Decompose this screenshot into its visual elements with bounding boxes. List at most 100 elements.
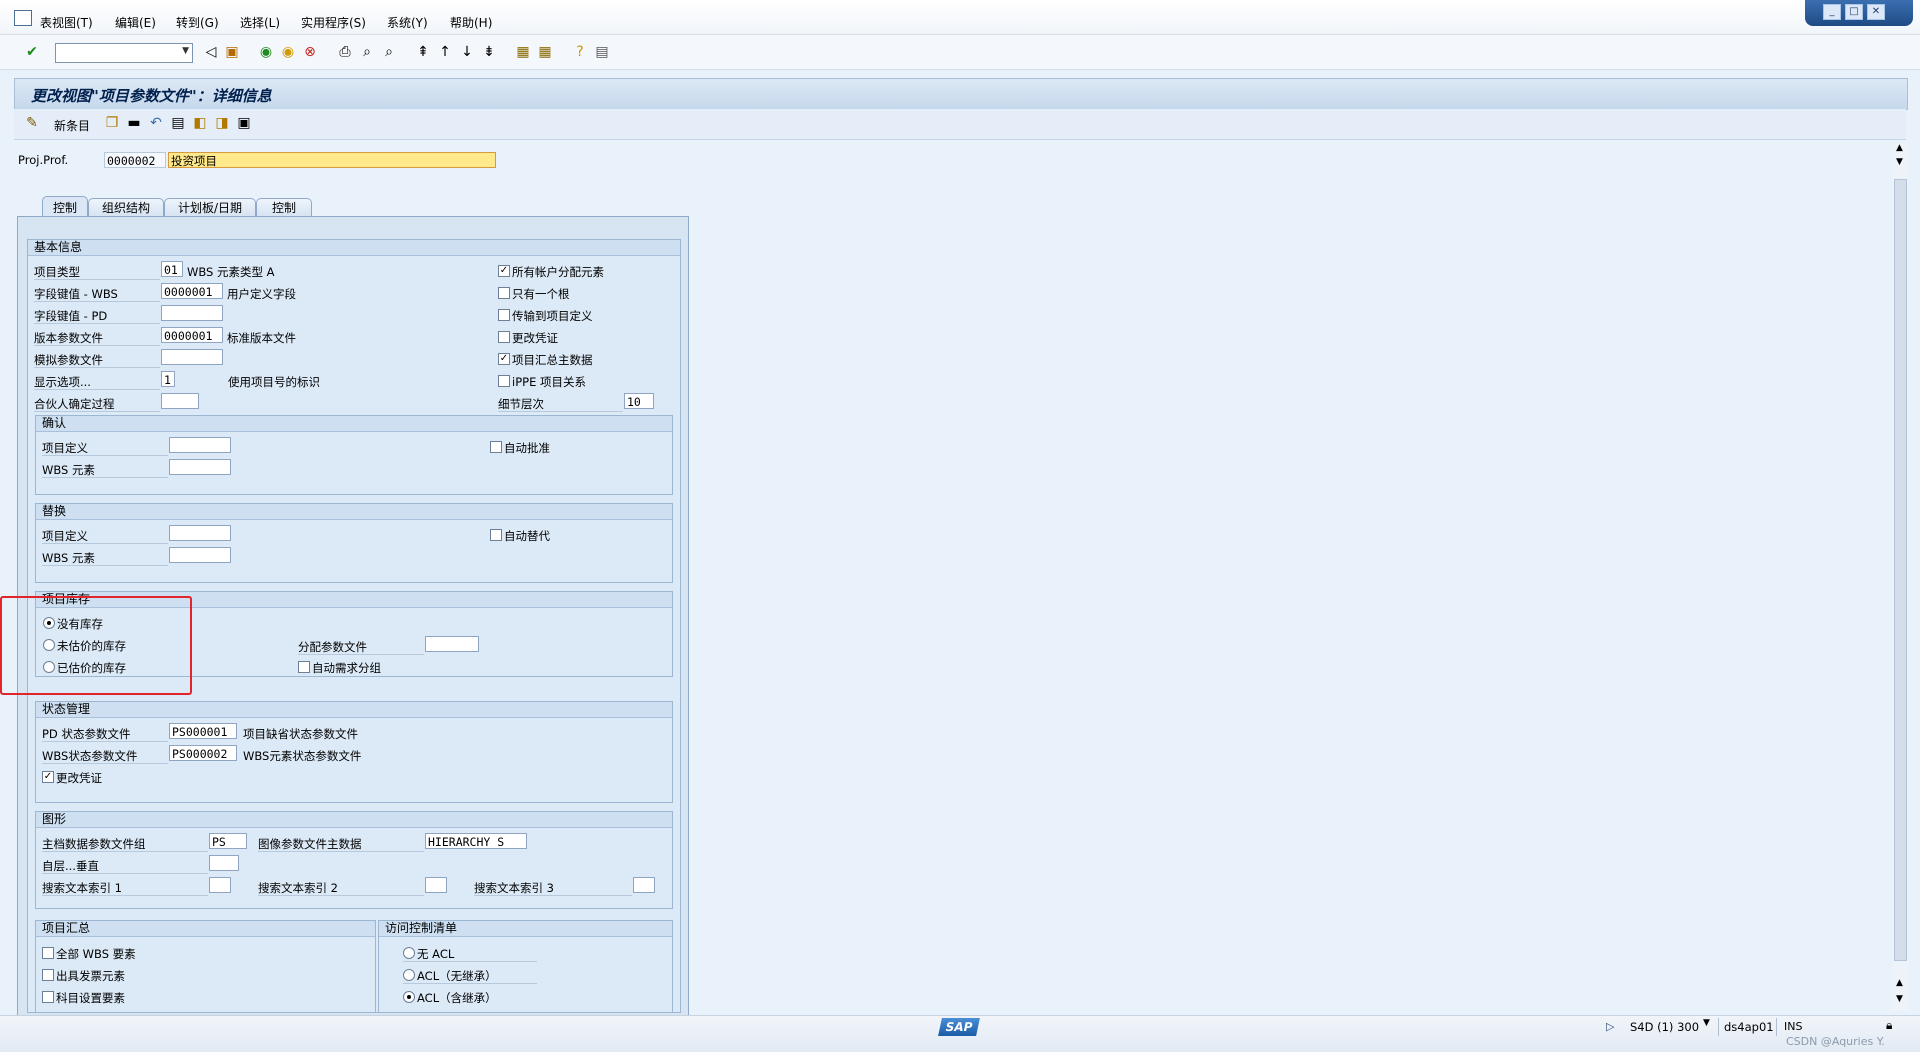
scroll-down-bottom-icon[interactable]: ▼ <box>1896 994 1903 1004</box>
next-entry-icon[interactable]: ◨ <box>214 115 230 131</box>
scroll-thumb[interactable] <box>1894 179 1907 961</box>
vertical-label: 自层...垂直 <box>42 859 99 873</box>
shortcut-icon[interactable]: ▦ <box>537 44 553 60</box>
divider <box>474 895 632 896</box>
lock-icon: 🔒︎ <box>1886 1018 1893 1032</box>
back-icon[interactable]: ◉ <box>258 44 274 60</box>
search2-field[interactable] <box>425 877 447 893</box>
billing-checkbox[interactable] <box>42 969 54 981</box>
scroll-up-bottom-icon[interactable]: ▲ <box>1896 978 1903 988</box>
status-change-doc-checkbox[interactable]: ✓ <box>42 771 54 783</box>
scroll-down-icon[interactable]: ▼ <box>1896 157 1903 167</box>
subst-wbs-field[interactable] <box>169 547 231 563</box>
summary-master-checkbox[interactable]: ✓ <box>498 353 510 365</box>
delete-icon[interactable]: ▬ <box>126 115 142 131</box>
close-button[interactable]: ✕ <box>1867 4 1885 20</box>
system-info[interactable]: S4D (1) 300 <box>1630 1020 1699 1034</box>
version-profile-field[interactable]: 0000001 <box>161 327 223 343</box>
pd-status-desc: 项目缺省状态参数文件 <box>243 727 358 741</box>
menu-utilities[interactable]: 实用程序(S) <box>301 14 366 31</box>
confirm-proj-def-field[interactable] <box>169 437 231 453</box>
new-entries-button[interactable]: 新条目 <box>54 117 90 134</box>
cancel-icon[interactable]: ⊗ <box>302 44 318 60</box>
save-icon[interactable]: ▣ <box>224 44 240 60</box>
copy-icon[interactable]: ❐ <box>104 115 120 131</box>
all-acct-checkbox[interactable]: ✓ <box>498 265 510 277</box>
no-acl-radio[interactable] <box>403 947 415 959</box>
divider <box>42 763 168 764</box>
ippe-checkbox[interactable] <box>498 375 510 387</box>
field-key-pd-field[interactable] <box>161 305 223 321</box>
back-arrow-icon[interactable]: ◁ <box>203 44 219 60</box>
proj-prof-label: Proj.Prof. <box>18 153 69 167</box>
auto-req-checkbox[interactable] <box>298 661 310 673</box>
first-page-icon[interactable]: ⇞ <box>415 44 431 60</box>
restore-button[interactable]: □ <box>1845 4 1863 20</box>
menu-system-icon[interactable] <box>14 10 32 26</box>
command-field[interactable]: ▼ <box>55 43 193 63</box>
wbs-status-field[interactable]: PS000002 <box>169 745 237 761</box>
subst-proj-def-field[interactable] <box>169 525 231 541</box>
layout-menu-icon[interactable]: ▤ <box>594 44 610 60</box>
field-key-wbs-field[interactable]: 0000001 <box>161 283 223 299</box>
partner-label: 合伙人确定过程 <box>34 397 115 411</box>
chevron-down-icon[interactable]: ▼ <box>182 46 189 56</box>
acct-element-checkbox[interactable] <box>42 991 54 1003</box>
minimize-button[interactable]: _ <box>1823 4 1841 20</box>
enter-check-icon[interactable]: ✔ <box>24 44 40 60</box>
new-session-icon[interactable]: ▦ <box>515 44 531 60</box>
select-all-icon[interactable]: ▤ <box>170 115 186 131</box>
pencil-icon[interactable]: ✎ <box>24 115 40 131</box>
menu-selection[interactable]: 选择(L) <box>240 14 280 31</box>
all-wbs-checkbox[interactable] <box>42 947 54 959</box>
search1-field[interactable] <box>209 877 231 893</box>
menu-goto[interactable]: 转到(G) <box>176 14 219 31</box>
summary-master-label: 项目汇总主数据 <box>512 353 593 367</box>
change-doc-label: 更改凭证 <box>512 331 558 345</box>
menu-help[interactable]: 帮助(H) <box>450 14 492 31</box>
play-icon[interactable]: ▷ <box>1606 1020 1614 1033</box>
one-root-checkbox[interactable] <box>498 287 510 299</box>
scroll-up-icon[interactable]: ▲ <box>1896 143 1903 153</box>
alloc-profile-field[interactable] <box>425 636 479 652</box>
project-type-field[interactable]: 01 <box>161 261 183 277</box>
detail-level-field[interactable]: 10 <box>624 393 654 409</box>
next-page-icon[interactable]: ↓ <box>459 44 475 60</box>
master-group-field[interactable]: PS <box>209 833 247 849</box>
search3-field[interactable] <box>633 877 655 893</box>
tab-org-structure[interactable]: 组织结构 <box>88 198 164 218</box>
undo-icon[interactable]: ↶ <box>148 115 164 131</box>
acl-no-inherit-radio[interactable] <box>403 969 415 981</box>
pd-status-field[interactable]: PS000001 <box>169 723 237 739</box>
previous-page-icon[interactable]: ↑ <box>437 44 453 60</box>
divider <box>403 961 537 962</box>
print-icon[interactable]: ⎙ <box>337 44 353 60</box>
auto-approve-checkbox[interactable] <box>490 441 502 453</box>
divider <box>298 654 424 655</box>
acl-inherit-radio[interactable] <box>403 991 415 1003</box>
vertical-field[interactable] <box>209 855 239 871</box>
tab-planning-board-dates[interactable]: 计划板/日期 <box>164 198 256 218</box>
menu-system[interactable]: 系统(Y) <box>387 14 428 31</box>
transfer-checkbox[interactable] <box>498 309 510 321</box>
find-next-icon[interactable]: ⌕ <box>381 44 397 60</box>
graphic-master-field[interactable]: HIERARCHY_S <box>425 833 527 849</box>
other-entry-icon[interactable]: ▣ <box>236 115 252 131</box>
sim-profile-field[interactable] <box>161 349 223 365</box>
last-page-icon[interactable]: ⇟ <box>481 44 497 60</box>
display-option-field[interactable]: 1 <box>161 371 175 387</box>
previous-entry-icon[interactable]: ◧ <box>192 115 208 131</box>
confirm-wbs-field[interactable] <box>169 459 231 475</box>
change-doc-checkbox[interactable] <box>498 331 510 343</box>
auto-subst-checkbox[interactable] <box>490 529 502 541</box>
help-icon[interactable]: ? <box>572 44 588 60</box>
divider <box>34 389 160 390</box>
menu-edit[interactable]: 编辑(E) <box>115 14 156 31</box>
exit-icon[interactable]: ◉ <box>280 44 296 60</box>
partner-field[interactable] <box>161 393 199 409</box>
menu-table-view[interactable]: 表视图(T) <box>40 14 93 31</box>
tab-control-2[interactable]: 控制 <box>256 198 312 218</box>
chevron-down-icon[interactable]: ▼ <box>1703 1018 1710 1028</box>
find-icon[interactable]: ⌕ <box>359 44 375 60</box>
vertical-scrollbar[interactable]: ▲ ▼ ▲ ▼ <box>1892 143 1908 1011</box>
